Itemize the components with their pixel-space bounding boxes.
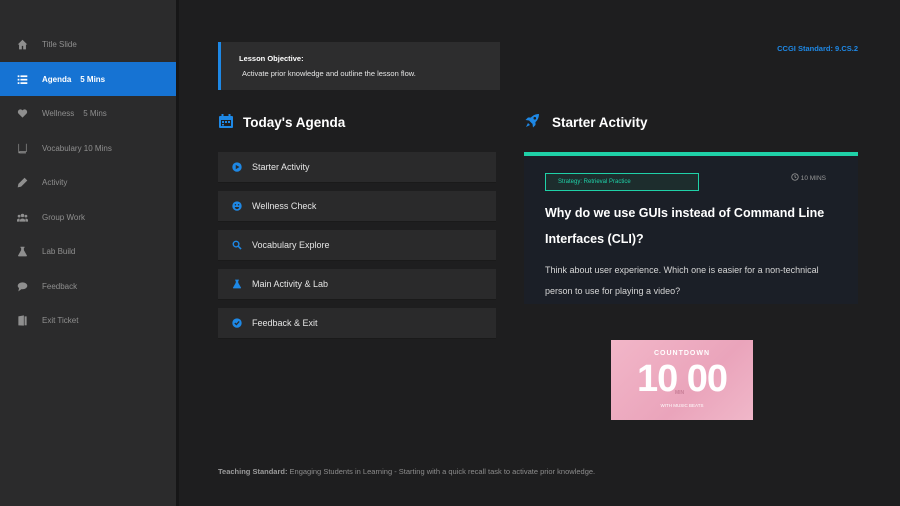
countdown-title: COUNTDOWN <box>653 350 711 357</box>
agenda-item-label: Vocabulary Explore <box>252 240 330 250</box>
list-icon <box>17 74 28 85</box>
play-icon <box>232 162 242 172</box>
countdown-unit: MIN <box>675 390 685 396</box>
agenda-item-label: Main Activity & Lab <box>252 279 329 289</box>
starter-heading: Starter Activity <box>524 113 648 132</box>
countdown-timer-video[interactable]: COUNTDOWN 10 00 MIN WITH MUSIC BEATS <box>611 340 753 420</box>
comment-icon <box>17 281 28 292</box>
sidebar-item-label: Vocabulary 10 Mins <box>42 143 112 153</box>
starter-heading-text: Starter Activity <box>552 115 648 130</box>
flask-icon <box>232 279 242 289</box>
check-circle-icon <box>232 318 242 328</box>
sidebar-item-feedback[interactable]: Feedback <box>0 269 176 303</box>
objective-text: Activate prior knowledge and outline the… <box>242 69 416 78</box>
sidebar-item-label: Group Work <box>42 212 85 222</box>
sidebar-divider <box>176 0 179 506</box>
home-icon <box>17 39 28 50</box>
sidebar-item-wellness[interactable]: Wellness 5 Mins <box>0 96 176 130</box>
sidebar-item-activity[interactable]: Activity <box>0 165 176 199</box>
sidebar-item-group-work[interactable]: Group Work <box>0 200 176 234</box>
sidebar-item-exit-ticket[interactable]: Exit Ticket <box>0 303 176 337</box>
starter-prompt: Think about user experience. Which one i… <box>545 265 819 296</box>
door-icon <box>17 314 28 326</box>
agenda-item-label: Feedback & Exit <box>252 318 318 328</box>
sidebar-item-label: Feedback <box>42 281 78 291</box>
footer-text: Engaging Students in Learning - Starting… <box>287 467 596 476</box>
time-text: 10 MINS <box>800 174 826 182</box>
agenda-item-vocabulary-explore[interactable]: Vocabulary Explore <box>218 230 496 261</box>
clock-icon <box>791 173 801 183</box>
objective-title: Lesson Objective: <box>239 54 304 63</box>
standard-label: CCGI Standard: 9.CS.2 <box>777 44 858 53</box>
time-badge: 10 MINS <box>791 173 826 183</box>
sidebar-item-label: Activity <box>42 177 68 187</box>
book-icon <box>17 143 28 154</box>
sidebar-item-lab-build[interactable]: Lab Build <box>0 234 176 268</box>
agenda-item-wellness-check[interactable]: Wellness Check <box>218 191 496 222</box>
sidebar-item-label: Wellness 5 Mins <box>42 108 107 118</box>
pencil-icon <box>17 177 28 188</box>
sidebar-item-label: Agenda 5 Mins <box>42 74 106 84</box>
search-icon <box>232 240 242 250</box>
agenda-item-starter-activity[interactable]: Starter Activity <box>218 152 496 183</box>
sidebar-item-label: Exit Ticket <box>42 315 79 325</box>
agenda-heading-text: Today's Agenda <box>243 115 346 130</box>
agenda-item-label: Wellness Check <box>252 201 317 211</box>
starter-question: Why do we use GUIs instead of Command Li… <box>545 206 825 246</box>
countdown-footer: WITH MUSIC BEATS <box>660 403 704 408</box>
starter-card: Strategy: Retrieval Practice 10 MINS Why… <box>524 156 858 304</box>
agenda-item-feedback-exit[interactable]: Feedback & Exit <box>218 308 496 339</box>
calendar-icon <box>218 113 234 132</box>
rocket-icon <box>524 113 540 132</box>
sidebar-item-agenda[interactable]: Agenda 5 Mins <box>0 62 176 96</box>
heart-icon <box>17 108 28 119</box>
sidebar: Title Slide Agenda 5 Mins Wellness 5 Min… <box>0 0 176 506</box>
sidebar-item-label: Title Slide <box>42 39 77 49</box>
sidebar-item-title-slide[interactable]: Title Slide <box>0 27 176 61</box>
sidebar-item-vocabulary[interactable]: Vocabulary 10 Mins <box>0 131 176 165</box>
agenda-heading: Today's Agenda <box>218 113 345 132</box>
flask-icon <box>17 246 28 257</box>
agenda-item-label: Starter Activity <box>252 162 310 172</box>
sidebar-item-label: Lab Build <box>42 246 76 256</box>
lesson-objective: Lesson Objective: Activate prior knowled… <box>218 42 500 90</box>
strategy-badge: Strategy: Retrieval Practice <box>545 173 699 191</box>
users-icon <box>17 212 28 223</box>
agenda-item-main-activity-lab[interactable]: Main Activity & Lab <box>218 269 496 300</box>
smile-icon <box>232 201 242 211</box>
footer-label: Teaching Standard: <box>218 467 288 476</box>
teaching-standard-footer: Teaching Standard: Engaging Students in … <box>218 467 595 476</box>
